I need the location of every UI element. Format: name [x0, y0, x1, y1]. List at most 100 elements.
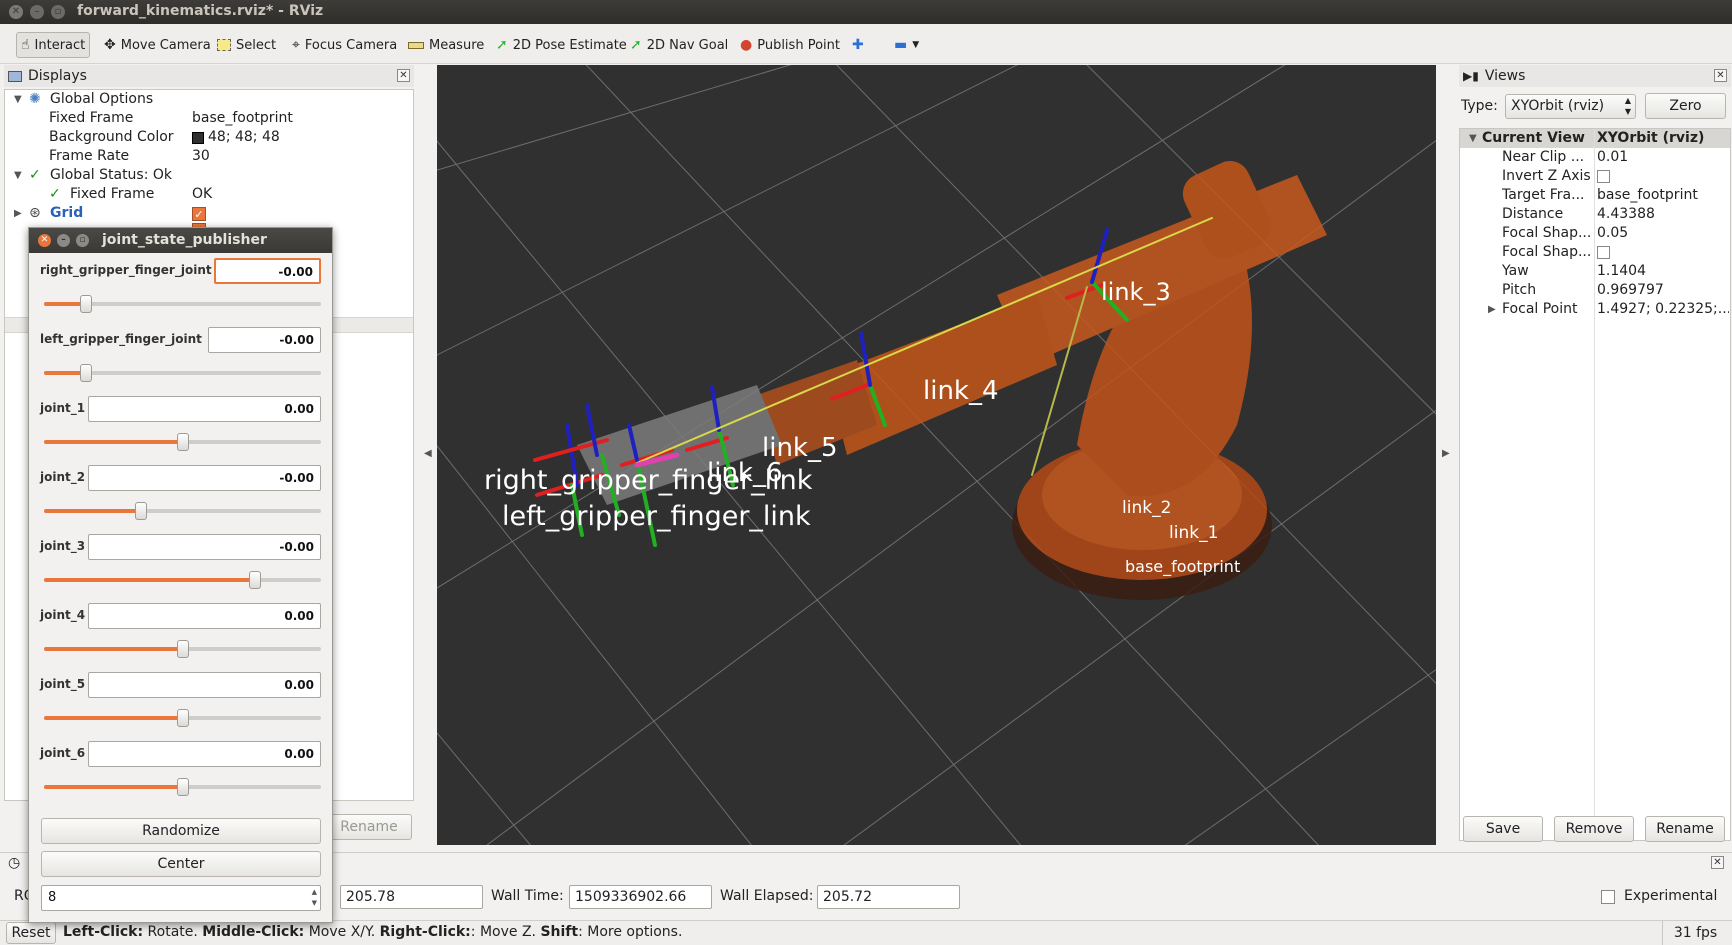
- joint-slider[interactable]: [44, 571, 321, 589]
- tree-row-background-color[interactable]: Background Color 48; 48; 48: [5, 128, 413, 147]
- left-collapse-handle[interactable]: ◀: [424, 448, 432, 459]
- remove-tool-button[interactable]: ▬ ▼: [890, 32, 923, 58]
- spinbox-input[interactable]: 8 ▲ ▼: [41, 885, 321, 911]
- window-maximize-icon[interactable]: ▫: [51, 5, 65, 19]
- move-camera-button[interactable]: ✥ Move Camera: [100, 32, 215, 58]
- slider-handle[interactable]: [176, 709, 189, 727]
- slider-handle[interactable]: [134, 502, 147, 520]
- joint-label: right_gripper_finger_joint: [40, 263, 212, 277]
- monitor-icon: [8, 70, 22, 82]
- spin-arrows-icon[interactable]: ▲ ▼: [312, 887, 317, 909]
- tree-row-global-options[interactable]: ▼ ✺ Global Options: [5, 90, 413, 109]
- wall-time-field[interactable]: 1509336902.66: [569, 885, 712, 909]
- tree-row-frame-rate[interactable]: Frame Rate 30: [5, 147, 413, 166]
- expand-arrow-icon[interactable]: ▼: [14, 166, 22, 185]
- slider-handle[interactable]: [79, 295, 92, 313]
- views-close-icon[interactable]: ✕: [1714, 69, 1727, 82]
- nav-goal-button[interactable]: ➚ 2D Nav Goal: [626, 32, 732, 58]
- expand-arrow-icon[interactable]: ▼: [1469, 129, 1477, 148]
- mouse-hint: Left-Click: Rotate. Middle-Click: Move X…: [63, 924, 683, 940]
- views-prop-row[interactable]: ▶ Focal Point 1.4927; 0.22325;...: [1460, 300, 1730, 319]
- scene-canvas: link_3 link_4 link_5 link_6 right_grippe…: [437, 65, 1436, 845]
- displays-close-icon[interactable]: ✕: [397, 69, 410, 82]
- joint-slider[interactable]: [44, 433, 321, 451]
- time-close-icon[interactable]: ✕: [1711, 856, 1724, 869]
- joint-slider[interactable]: [44, 778, 321, 796]
- window-close-icon[interactable]: ✕: [9, 5, 23, 19]
- slider-handle[interactable]: [79, 364, 92, 382]
- ruler-icon: [408, 41, 424, 49]
- center-button[interactable]: Center: [41, 851, 321, 877]
- views-remove-button[interactable]: Remove: [1554, 816, 1634, 842]
- plus-icon: ✚: [852, 37, 864, 53]
- measure-button[interactable]: Measure: [404, 32, 488, 58]
- joint-value-input[interactable]: -0.00: [88, 465, 321, 491]
- slider-fill: [44, 785, 183, 789]
- ros-elapsed-field[interactable]: 205.78: [340, 885, 483, 909]
- joint-slider[interactable]: [44, 364, 321, 382]
- joint-value-input[interactable]: 0.00: [88, 741, 321, 767]
- joint-value-input[interactable]: 0.00: [88, 396, 321, 422]
- publish-point-button[interactable]: ● Publish Point: [736, 32, 844, 58]
- tree-row-global-status[interactable]: ▼ ✓ Global Status: Ok: [5, 166, 413, 185]
- jsp-maximize-icon[interactable]: ▫: [76, 234, 89, 247]
- experimental-checkbox[interactable]: [1601, 890, 1615, 904]
- tree-row-fixed-frame[interactable]: Fixed Frame base_footprint: [5, 109, 413, 128]
- zero-button[interactable]: Zero: [1645, 93, 1726, 119]
- joint-slider[interactable]: [44, 295, 321, 313]
- joint-value-input[interactable]: -0.00: [214, 258, 321, 284]
- views-type-select[interactable]: XYOrbit (rviz) ▲ ▼: [1505, 94, 1636, 119]
- views-prop-row[interactable]: Near Clip ... 0.01: [1460, 148, 1730, 167]
- 3d-viewport[interactable]: link_3 link_4 link_5 link_6 right_grippe…: [437, 65, 1436, 845]
- green-arrow-icon: ➚: [496, 37, 508, 53]
- focus-camera-button[interactable]: ⌖ Focus Camera: [288, 32, 401, 58]
- pose-estimate-button[interactable]: ➚ 2D Pose Estimate: [492, 32, 631, 58]
- joint-slider[interactable]: [44, 502, 321, 520]
- views-prop-row[interactable]: Focal Shap... 0.05: [1460, 224, 1730, 243]
- slider-handle[interactable]: [176, 433, 189, 451]
- add-tool-button[interactable]: ✚: [848, 32, 868, 58]
- grid-enabled-checkbox[interactable]: ✓: [192, 207, 206, 221]
- joint-value-input[interactable]: 0.00: [88, 672, 321, 698]
- wall-elapsed-field[interactable]: 205.72: [817, 885, 960, 909]
- views-prop-row[interactable]: Pitch 0.969797: [1460, 281, 1730, 300]
- joint-value-input[interactable]: 0.00: [88, 603, 321, 629]
- jsp-close-icon[interactable]: ✕: [38, 234, 51, 247]
- chevron-down-icon: ▼: [912, 40, 920, 50]
- views-prop-row[interactable]: Focal Shap...: [1460, 243, 1730, 262]
- select-box-icon: [217, 39, 231, 51]
- slider-handle[interactable]: [176, 778, 189, 796]
- views-prop-row[interactable]: Invert Z Axis: [1460, 167, 1730, 186]
- views-property-tree: ▼ Current View XYOrbit (rviz) Near Clip …: [1459, 128, 1731, 841]
- expand-arrow-icon[interactable]: ▶: [1488, 300, 1496, 319]
- views-prop-row[interactable]: Yaw 1.1404: [1460, 262, 1730, 281]
- views-prop-row[interactable]: Distance 4.43388: [1460, 205, 1730, 224]
- expand-arrow-icon[interactable]: ▼: [14, 90, 22, 109]
- displays-rename-button[interactable]: Rename: [326, 814, 412, 840]
- jsp-titlebar: ✕ – ▫ joint_state_publisher: [29, 228, 332, 253]
- views-current-view-row[interactable]: ▼ Current View XYOrbit (rviz): [1460, 129, 1730, 148]
- slider-handle[interactable]: [176, 640, 189, 658]
- joint-value-input[interactable]: -0.00: [208, 327, 321, 353]
- joint-value-input[interactable]: -0.00: [88, 534, 321, 560]
- select-button[interactable]: Select: [213, 32, 280, 58]
- slider-handle[interactable]: [248, 571, 261, 589]
- joint-label: joint_5: [40, 677, 86, 691]
- tree-row-status-fixed-frame[interactable]: ✓ Fixed Frame OK: [5, 185, 413, 204]
- window-minimize-icon[interactable]: –: [30, 5, 44, 19]
- views-column-divider: [1594, 129, 1595, 840]
- views-save-button[interactable]: Save: [1463, 816, 1543, 842]
- randomize-button[interactable]: Randomize: [41, 818, 321, 844]
- jsp-minimize-icon[interactable]: –: [57, 234, 70, 247]
- right-collapse-handle[interactable]: ▶: [1442, 448, 1450, 459]
- views-prop-row[interactable]: Target Fra... base_footprint: [1460, 186, 1730, 205]
- reset-button[interactable]: Reset: [6, 922, 56, 944]
- tree-row-grid[interactable]: ▶ ⊛ Grid ✓: [5, 204, 413, 223]
- interact-button[interactable]: ☝ Interact: [16, 32, 91, 58]
- joint-slider[interactable]: [44, 709, 321, 727]
- expand-arrow-icon[interactable]: ▶: [14, 204, 22, 223]
- joint-slider[interactable]: [44, 640, 321, 658]
- move-arrows-icon: ✥: [104, 37, 116, 53]
- window-title: forward_kinematics.rviz* - RViz: [77, 3, 324, 19]
- views-rename-button[interactable]: Rename: [1645, 816, 1725, 842]
